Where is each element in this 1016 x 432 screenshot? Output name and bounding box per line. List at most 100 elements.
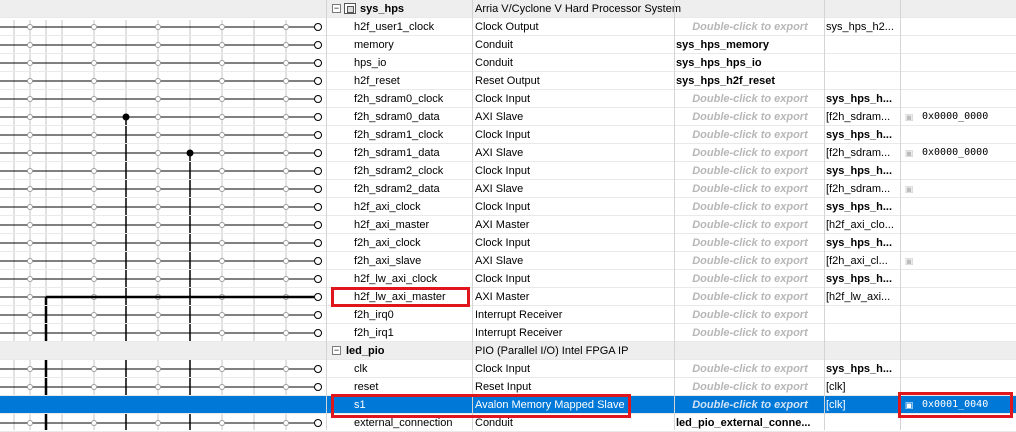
interface-row[interactable]: h2f_lw_axi_clock Clock Input Double-click … xyxy=(0,270,1016,288)
interface-name: h2f_user1_clock xyxy=(354,21,435,33)
interface-row[interactable]: f2h_sdram0_clock Clock Input Double-click … xyxy=(0,90,1016,108)
interface-name: f2h_sdram0_clock xyxy=(354,93,444,105)
export-cell[interactable]: sys_hps_h2f_reset xyxy=(676,72,824,90)
interface-row[interactable]: s1 Avalon Memory Mapped Slave Double-click… xyxy=(0,396,1016,414)
interface-name: h2f_reset xyxy=(354,75,400,87)
export-cell[interactable]: Double-click to export xyxy=(676,324,824,342)
interface-name: s1 xyxy=(354,399,366,411)
column-divider xyxy=(824,0,825,430)
interface-name: reset xyxy=(354,381,379,393)
export-cell[interactable]: sys_hps_memory xyxy=(676,36,824,54)
interface-row[interactable]: f2h_sdram2_data AXI Slave Double-click to … xyxy=(0,180,1016,198)
interface-row[interactable]: h2f_user1_clock Clock Output Double-click … xyxy=(0,18,1016,36)
interface-name: h2f_axi_clock xyxy=(354,201,421,213)
interface-name: f2h_axi_clock xyxy=(354,237,421,249)
interface-row[interactable]: f2h_sdram0_data AXI Slave Double-click to … xyxy=(0,108,1016,126)
interface-row[interactable]: f2h_sdram2_clock Clock Input Double-click … xyxy=(0,162,1016,180)
base-address-cell[interactable]: 0x0000_0000 xyxy=(922,144,1012,162)
export-cell[interactable]: Double-click to export xyxy=(676,288,824,306)
component-icon xyxy=(344,3,356,14)
lock-icon[interactable]: ▣ xyxy=(902,144,916,162)
interface-name: sys_hps xyxy=(360,3,405,15)
interface-name: f2h_axi_slave xyxy=(354,255,422,267)
clock-cell[interactable]: [h2f_axi_clo... xyxy=(826,216,898,234)
export-cell[interactable]: Double-click to export xyxy=(676,144,824,162)
clock-cell[interactable]: sys_hps_h... xyxy=(826,360,898,378)
interface-name: clk xyxy=(354,363,368,375)
clock-cell[interactable]: sys_hps_h... xyxy=(826,126,898,144)
interface-row[interactable]: hps_io Conduit sys_hps_hps_io xyxy=(0,54,1016,72)
interface-name: led_pio xyxy=(346,345,385,357)
system-contents-table: − sys_hps Arria V/Cyclone V Hard Processor… xyxy=(0,0,1016,432)
interface-row[interactable]: f2h_sdram1_data AXI Slave Double-click to … xyxy=(0,144,1016,162)
column-divider xyxy=(326,0,327,430)
export-cell[interactable]: Double-click to export xyxy=(676,234,824,252)
interface-name: f2h_sdram2_data xyxy=(354,183,440,195)
interface-description: Arria V/Cyclone V Hard Processor System xyxy=(475,3,682,15)
lock-icon[interactable]: ▣ xyxy=(902,180,916,198)
export-cell[interactable]: Double-click to export xyxy=(676,162,824,180)
minus-toggle-icon[interactable]: − xyxy=(332,4,341,13)
interface-name: h2f_lw_axi_clock xyxy=(354,273,438,285)
clock-cell[interactable]: sys_hps_h... xyxy=(826,270,898,288)
export-cell[interactable]: Double-click to export xyxy=(676,270,824,288)
clock-cell[interactable]: [clk] xyxy=(826,396,898,414)
interface-name: h2f_axi_master xyxy=(354,219,430,231)
export-cell[interactable]: Double-click to export xyxy=(676,252,824,270)
clock-cell[interactable]: sys_hps_h... xyxy=(826,234,898,252)
interface-row[interactable]: h2f_axi_clock Clock Input Double-click to … xyxy=(0,198,1016,216)
interface-name: f2h_sdram1_data xyxy=(354,147,440,159)
interface-name: f2h_sdram1_clock xyxy=(354,129,444,141)
export-cell[interactable]: Double-click to export xyxy=(676,18,824,36)
interface-row[interactable]: f2h_irq0 Interrupt Receiver Double-click t… xyxy=(0,306,1016,324)
export-cell[interactable]: Double-click to export xyxy=(676,180,824,198)
column-divider xyxy=(900,0,901,430)
lock-icon[interactable]: ▣ xyxy=(902,252,916,270)
clock-cell[interactable]: sys_hps_h... xyxy=(826,90,898,108)
clock-cell[interactable]: sys_hps_h2... xyxy=(826,18,898,36)
clock-cell[interactable]: sys_hps_h... xyxy=(826,198,898,216)
interface-row[interactable]: f2h_axi_slave AXI Slave Double-click to ex… xyxy=(0,252,1016,270)
clock-cell[interactable]: [f2h_axi_cl... xyxy=(826,252,898,270)
interface-name: f2h_sdram0_data xyxy=(354,111,440,123)
interface-row[interactable]: reset Reset Input Double-click to export [c… xyxy=(0,378,1016,396)
interface-row[interactable]: memory Conduit sys_hps_memory xyxy=(0,36,1016,54)
interface-row[interactable]: f2h_sdram1_clock Clock Input Double-click … xyxy=(0,126,1016,144)
interface-name: h2f_lw_axi_master xyxy=(354,291,446,303)
component-row[interactable]: − led_pio PIO (Parallel I/O) Intel FPGA IP xyxy=(0,342,1016,360)
interface-row[interactable]: h2f_lw_axi_master AXI Master Double-click … xyxy=(0,288,1016,306)
clock-cell[interactable]: sys_hps_h... xyxy=(826,162,898,180)
interface-row[interactable]: f2h_axi_clock Clock Input Double-click to … xyxy=(0,234,1016,252)
interface-description: PIO (Parallel I/O) Intel FPGA IP xyxy=(475,345,629,357)
minus-toggle-icon[interactable]: − xyxy=(332,346,341,355)
interface-name: hps_io xyxy=(354,57,387,69)
interface-row[interactable]: clk Clock Input Double-click to export sys_… xyxy=(0,360,1016,378)
interface-row[interactable]: f2h_irq1 Interrupt Receiver Double-click t… xyxy=(0,324,1016,342)
clock-cell[interactable]: [f2h_sdram... xyxy=(826,180,898,198)
export-cell[interactable]: led_pio_external_conne... xyxy=(676,414,824,432)
component-row[interactable]: − sys_hps Arria V/Cyclone V Hard Processor… xyxy=(0,0,1016,18)
clock-cell[interactable]: [f2h_sdram... xyxy=(826,144,898,162)
interface-row[interactable]: h2f_reset Reset Output sys_hps_h2f_reset xyxy=(0,72,1016,90)
interface-row[interactable]: h2f_axi_master AXI Master Double-click to … xyxy=(0,216,1016,234)
base-address-cell[interactable]: 0x0000_0000 xyxy=(922,108,1012,126)
clock-cell[interactable]: [f2h_sdram... xyxy=(826,108,898,126)
column-divider xyxy=(472,0,473,430)
lock-icon[interactable]: ▣ xyxy=(902,396,916,414)
clock-cell[interactable]: [h2f_lw_axi... xyxy=(826,288,898,306)
export-cell[interactable]: Double-click to export xyxy=(676,378,824,396)
base-address-cell[interactable]: 0x0001_0040 xyxy=(922,396,1012,414)
export-cell[interactable]: Double-click to export xyxy=(676,360,824,378)
export-cell[interactable]: Double-click to export xyxy=(676,108,824,126)
export-cell[interactable]: Double-click to export xyxy=(676,216,824,234)
export-cell[interactable]: sys_hps_hps_io xyxy=(676,54,824,72)
interface-name: memory xyxy=(354,39,394,51)
export-cell[interactable]: Double-click to export xyxy=(676,126,824,144)
lock-icon[interactable]: ▣ xyxy=(902,108,916,126)
export-cell[interactable]: Double-click to export xyxy=(676,396,824,414)
export-cell[interactable]: Double-click to export xyxy=(676,90,824,108)
clock-cell[interactable]: [clk] xyxy=(826,378,898,396)
export-cell[interactable]: Double-click to export xyxy=(676,198,824,216)
export-cell[interactable]: Double-click to export xyxy=(676,306,824,324)
interface-row[interactable]: external_connection Conduit led_pio_extern… xyxy=(0,414,1016,432)
